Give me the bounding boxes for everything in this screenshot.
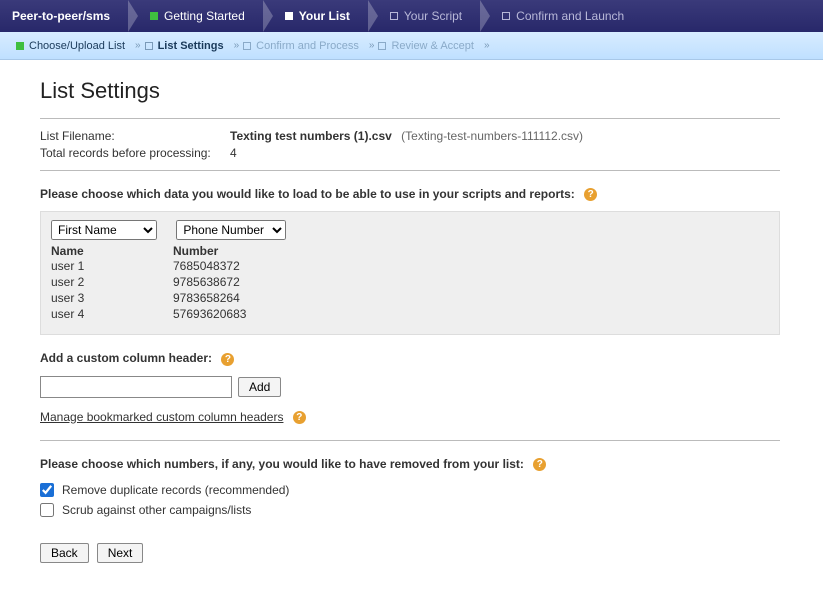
remove-duplicates-row[interactable]: Remove duplicate records (recommended) xyxy=(40,483,780,497)
manage-bookmarked-link[interactable]: Manage bookmarked custom column headers xyxy=(40,410,283,424)
square-icon xyxy=(145,42,153,50)
page-title: List Settings xyxy=(40,78,780,104)
cell-name: user 2 xyxy=(51,274,173,290)
square-icon xyxy=(502,12,510,20)
preview-table: Name Number user 1 7685048372 user 2 978… xyxy=(51,244,769,322)
help-icon[interactable]: ? xyxy=(221,353,234,366)
divider xyxy=(40,170,780,171)
column-1-select[interactable]: First Name xyxy=(51,220,157,240)
check-icon xyxy=(150,12,158,20)
scrub-row[interactable]: Scrub against other campaigns/lists xyxy=(40,503,780,517)
table-row: user 4 57693620683 xyxy=(51,306,769,322)
col-header-number: Number xyxy=(173,244,313,258)
table-row: user 1 7685048372 xyxy=(51,258,769,274)
filename-slug: (Texting-test-numbers-111112.csv) xyxy=(401,129,583,143)
file-meta: List Filename: Texting test numbers (1).… xyxy=(40,129,780,160)
cell-name: user 4 xyxy=(51,306,173,322)
column-2-select[interactable]: Phone Number xyxy=(176,220,286,240)
wizard-step-your-script[interactable]: Your Script xyxy=(368,0,480,32)
total-records-value: 4 xyxy=(230,146,237,160)
square-icon xyxy=(285,12,293,20)
chevron-icon: » xyxy=(369,40,375,51)
wizard-step-getting-started[interactable]: Getting Started xyxy=(128,0,263,32)
custom-header-input[interactable] xyxy=(40,376,232,398)
wizard-subnav: Choose/Upload List » List Settings » Con… xyxy=(0,32,823,60)
wizard-step-label: Your List xyxy=(299,9,350,23)
substep-label: Review & Accept xyxy=(391,40,474,52)
cell-number: 57693620683 xyxy=(173,306,313,322)
table-row: user 2 9785638672 xyxy=(51,274,769,290)
wizard-step-label: Confirm and Launch xyxy=(516,9,624,23)
breadcrumb-root-label: Peer-to-peer/sms xyxy=(12,9,110,23)
square-icon xyxy=(243,42,251,50)
square-icon xyxy=(378,42,386,50)
chevron-icon: » xyxy=(484,40,490,51)
cell-number: 9783658264 xyxy=(173,290,313,306)
substep-label: Confirm and Process xyxy=(256,40,359,52)
breadcrumb-root[interactable]: Peer-to-peer/sms xyxy=(0,0,128,32)
cell-name: user 3 xyxy=(51,290,173,306)
total-records-label: Total records before processing: xyxy=(40,146,230,160)
substep-label: Choose/Upload List xyxy=(29,40,125,52)
wizard-step-your-list[interactable]: Your List xyxy=(263,0,368,32)
remove-duplicates-checkbox[interactable] xyxy=(40,483,54,497)
wizard-topnav: Peer-to-peer/sms Getting Started Your Li… xyxy=(0,0,823,32)
add-button[interactable]: Add xyxy=(238,377,281,397)
help-icon[interactable]: ? xyxy=(533,458,546,471)
wizard-step-label: Getting Started xyxy=(164,9,245,23)
wizard-step-confirm-launch[interactable]: Confirm and Launch xyxy=(480,0,642,32)
filename-value: Texting test numbers (1).csv xyxy=(230,129,392,143)
divider xyxy=(40,118,780,119)
page-body: List Settings List Filename: Texting tes… xyxy=(0,60,820,603)
remove-prompt: Please choose which numbers, if any, you… xyxy=(40,457,780,471)
substep-review-accept[interactable]: Review & Accept xyxy=(378,40,474,52)
help-icon[interactable]: ? xyxy=(293,411,306,424)
substep-confirm-process[interactable]: Confirm and Process xyxy=(243,40,359,52)
scrub-label: Scrub against other campaigns/lists xyxy=(62,503,251,517)
filename-label: List Filename: xyxy=(40,129,230,143)
remove-duplicates-label: Remove duplicate records (recommended) xyxy=(62,483,289,497)
scrub-checkbox[interactable] xyxy=(40,503,54,517)
cell-number: 9785638672 xyxy=(173,274,313,290)
substep-choose-upload[interactable]: Choose/Upload List xyxy=(16,40,125,52)
back-button[interactable]: Back xyxy=(40,543,89,563)
substep-list-settings[interactable]: List Settings xyxy=(145,40,224,52)
next-button[interactable]: Next xyxy=(97,543,144,563)
substep-label: List Settings xyxy=(158,40,224,52)
chevron-icon: » xyxy=(234,40,240,51)
column-mapping-box: First Name Phone Number Name Number user… xyxy=(40,211,780,335)
divider xyxy=(40,440,780,441)
check-icon xyxy=(16,42,24,50)
cell-name: user 1 xyxy=(51,258,173,274)
chevron-icon: » xyxy=(135,40,141,51)
wizard-step-label: Your Script xyxy=(404,9,462,23)
square-icon xyxy=(390,12,398,20)
help-icon[interactable]: ? xyxy=(584,188,597,201)
col-header-name: Name xyxy=(51,244,173,258)
cell-number: 7685048372 xyxy=(173,258,313,274)
custom-header-label: Add a custom column header: ? xyxy=(40,351,780,365)
columns-prompt: Please choose which data you would like … xyxy=(40,187,780,201)
table-row: user 3 9783658264 xyxy=(51,290,769,306)
